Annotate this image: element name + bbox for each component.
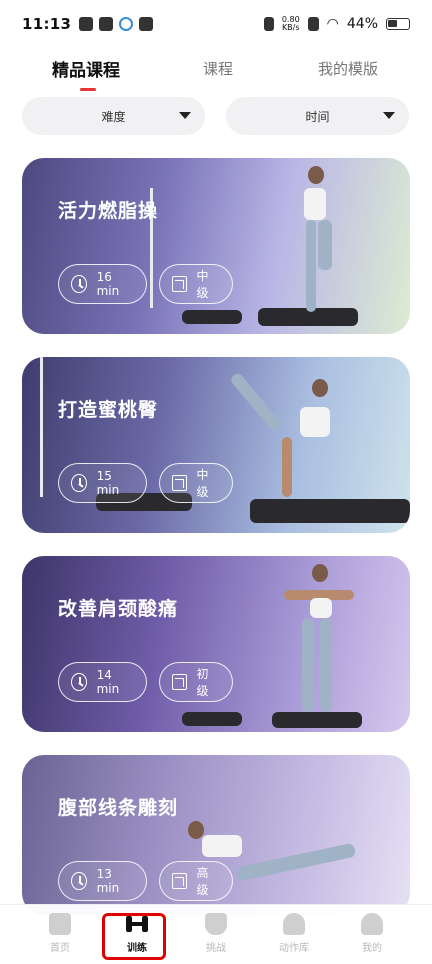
- nav-home[interactable]: 首页: [30, 913, 90, 954]
- check-notification-icon: [79, 17, 94, 31]
- bottom-nav: 首页 训练 挑战 动作库 我的: [0, 904, 432, 964]
- active-tab-indicator: [80, 88, 96, 91]
- card-title: 改善肩颈酸痛: [58, 598, 179, 620]
- duration-badge: 14 min: [58, 662, 147, 702]
- course-card[interactable]: 腹部线条雕刻 13 min 高级: [22, 755, 410, 915]
- clock-icon: [71, 673, 87, 691]
- wifi-icon: ◠: [326, 16, 339, 32]
- nav-challenge[interactable]: 挑战: [186, 913, 246, 954]
- duration-badge: 13 min: [58, 861, 147, 901]
- caret-down-icon: [383, 112, 395, 119]
- highlight-box: [102, 913, 166, 960]
- clock-icon: [71, 872, 87, 890]
- nav-exercise-library[interactable]: 动作库: [264, 913, 324, 954]
- tab-premium-courses[interactable]: 精品课程: [52, 56, 120, 81]
- card-title: 打造蜜桃臀: [58, 399, 159, 421]
- clock-icon: [71, 275, 87, 293]
- course-card[interactable]: 活力燃脂操 16 min 中级: [22, 158, 410, 334]
- mail-notification-icon: [99, 17, 114, 31]
- level-badge: 初级: [159, 662, 233, 702]
- tab-courses[interactable]: 课程: [203, 58, 233, 79]
- home-icon: [49, 913, 71, 935]
- level-badge: 中级: [159, 463, 233, 503]
- exercise-icon: [283, 913, 305, 935]
- battery-percent: 44%: [346, 16, 378, 32]
- nav-profile-label: 我的: [362, 943, 382, 954]
- card-background: [22, 556, 410, 732]
- duration-text: 14 min: [96, 668, 120, 696]
- status-time: 11:13: [22, 15, 72, 33]
- course-card[interactable]: 打造蜜桃臀 15 min 中级: [22, 357, 410, 533]
- duration-badge: 16 min: [58, 264, 147, 304]
- duration-text: 16 min: [96, 270, 120, 298]
- card-title: 腹部线条雕刻: [58, 797, 179, 819]
- nav-exercise-library-label: 动作库: [279, 943, 309, 954]
- trophy-icon: [205, 913, 227, 935]
- duration-text: 13 min: [96, 867, 120, 895]
- status-bar: 11:13 0.80 KB/s ◠ 44%: [0, 0, 432, 48]
- play-notification-icon: [139, 17, 154, 31]
- difficulty-filter[interactable]: 难度: [22, 97, 205, 135]
- nav-profile[interactable]: 我的: [342, 913, 402, 954]
- stairs-icon: [172, 674, 187, 690]
- network-speed: 0.80 KB/s: [282, 16, 300, 32]
- level-text: 中级: [196, 468, 209, 499]
- stairs-icon: [172, 475, 187, 491]
- card-title: 活力燃脂操: [58, 200, 159, 222]
- clock-icon: [71, 474, 87, 492]
- nav-challenge-label: 挑战: [206, 943, 226, 954]
- battery-icon: [386, 18, 410, 30]
- sim-icon: [307, 17, 319, 31]
- network-speed-unit: KB/s: [281, 23, 300, 32]
- stairs-icon: [172, 873, 187, 889]
- difficulty-filter-label: 难度: [101, 109, 126, 124]
- profile-icon: [361, 913, 383, 935]
- duration-badge: 15 min: [58, 463, 147, 503]
- tab-my-templates[interactable]: 我的模版: [318, 58, 378, 79]
- tab-bar: 精品课程 课程 我的模版: [0, 52, 432, 92]
- level-text: 初级: [196, 667, 209, 698]
- course-card[interactable]: 改善肩颈酸痛 14 min 初级: [22, 556, 410, 732]
- time-filter[interactable]: 时间: [226, 97, 409, 135]
- nav-home-label: 首页: [50, 943, 70, 954]
- vibrate-icon: [263, 17, 274, 31]
- time-filter-label: 时间: [305, 109, 330, 124]
- level-text: 中级: [196, 269, 209, 300]
- duration-text: 15 min: [96, 469, 120, 497]
- level-text: 高级: [196, 866, 209, 897]
- level-badge: 中级: [159, 264, 233, 304]
- sync-notification-icon: [119, 17, 134, 31]
- level-badge: 高级: [159, 861, 233, 901]
- stairs-icon: [172, 276, 187, 292]
- caret-down-icon: [179, 112, 191, 119]
